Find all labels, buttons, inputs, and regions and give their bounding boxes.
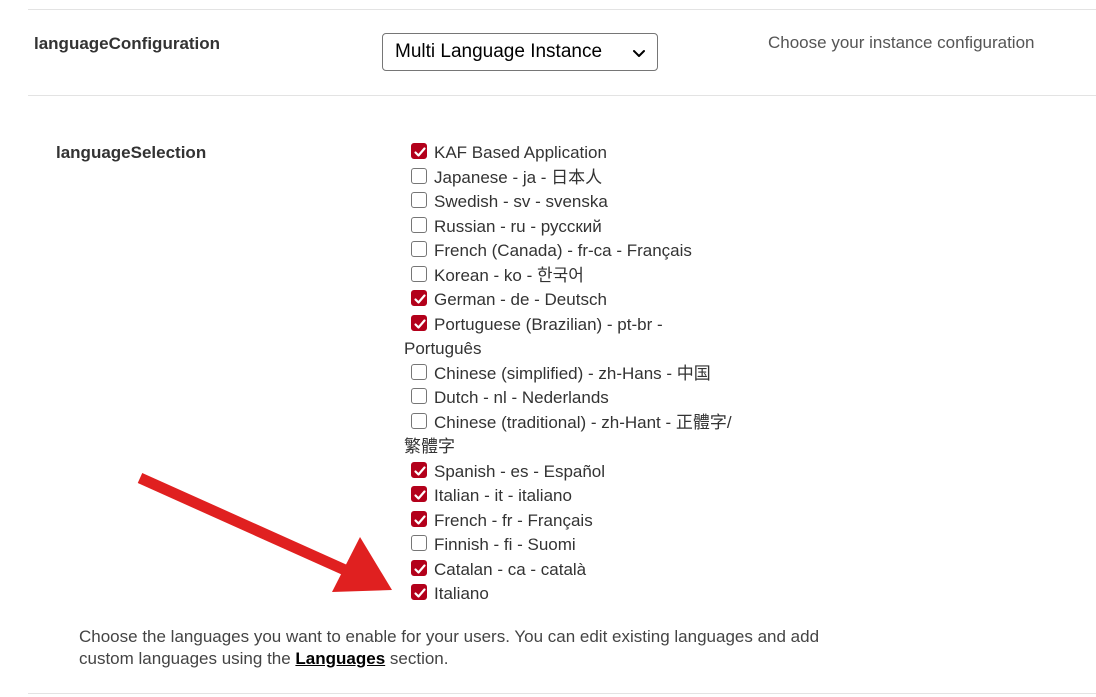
red-arrow-annotation [137, 472, 392, 592]
